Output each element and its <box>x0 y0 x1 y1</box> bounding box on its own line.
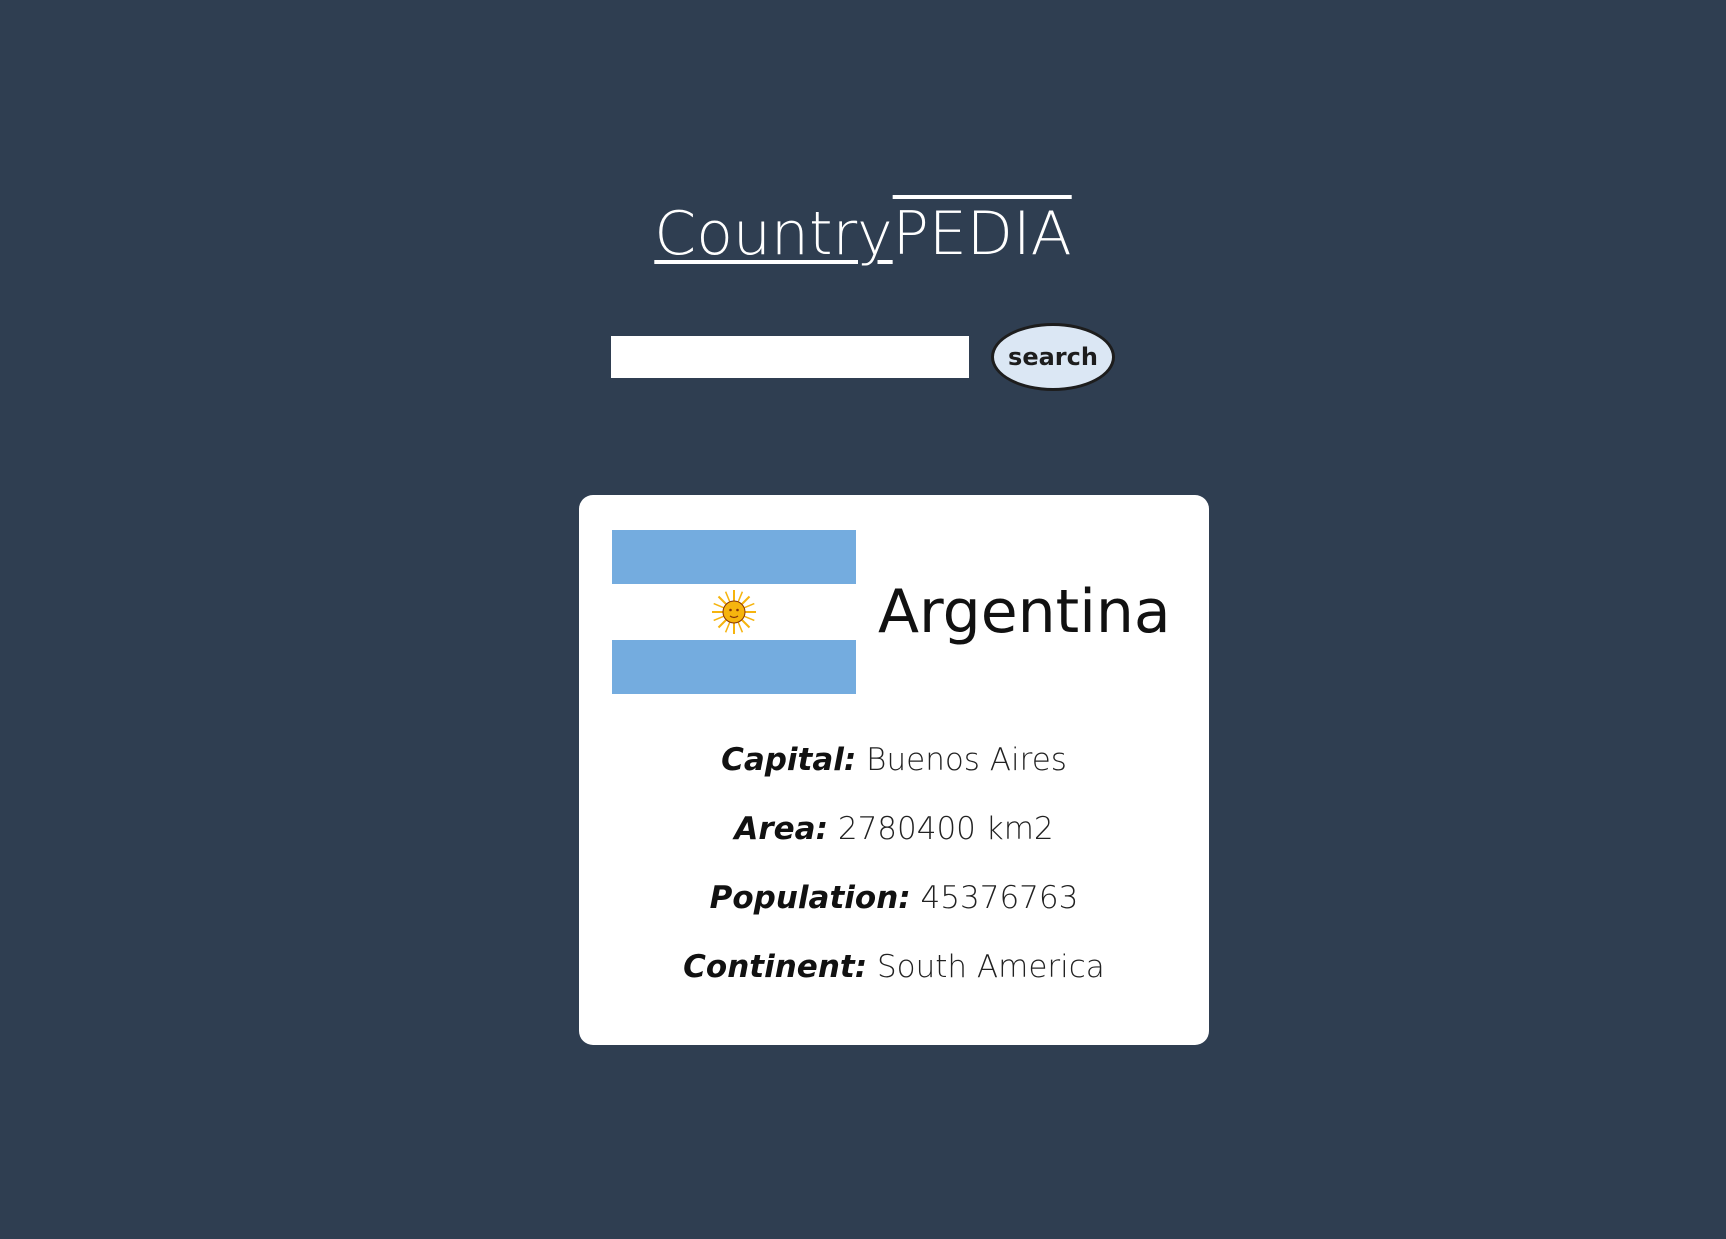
fact-value: South America <box>876 949 1105 985</box>
fact-label: Capital: <box>721 742 857 778</box>
argentina-flag-icon <box>612 530 856 694</box>
page: CountryPEDIA search Argentina Capital: B… <box>0 0 1726 1239</box>
fact-value: 2780400 km2 <box>837 811 1054 847</box>
country-name: Argentina <box>878 577 1171 647</box>
fact-label: Population: <box>709 880 911 916</box>
logo-country-text: Country <box>654 199 893 269</box>
logo-pedia-text: PEDIA <box>892 199 1072 269</box>
sun-of-may-icon <box>712 590 756 634</box>
fact-population: Population: 45376763 <box>579 873 1209 942</box>
fact-label: Continent: <box>683 949 868 985</box>
search-input[interactable] <box>611 336 969 378</box>
country-facts: Capital: Buenos Aires Area: 2780400 km2 … <box>579 735 1209 1011</box>
fact-capital: Capital: Buenos Aires <box>579 735 1209 804</box>
search-button[interactable]: search <box>991 323 1115 391</box>
flag-graphic <box>612 530 856 694</box>
app-logo: CountryPEDIA <box>0 192 1726 276</box>
fact-label: Area: <box>734 811 828 847</box>
fact-continent: Continent: South America <box>579 942 1209 1011</box>
search-bar: search <box>0 322 1726 392</box>
country-card: Argentina Capital: Buenos Aires Area: 27… <box>579 495 1209 1045</box>
fact-value: Buenos Aires <box>866 742 1067 778</box>
fact-value: 45376763 <box>920 880 1079 916</box>
card-header: Argentina <box>612 530 1189 694</box>
fact-area: Area: 2780400 km2 <box>579 804 1209 873</box>
